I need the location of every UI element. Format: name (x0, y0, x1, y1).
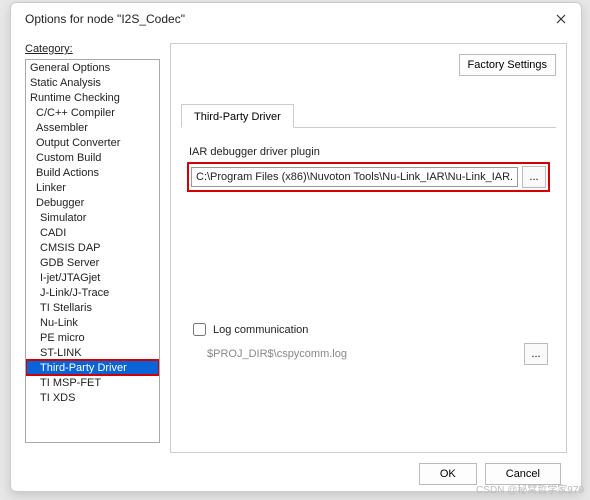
log-communication-input[interactable] (193, 323, 206, 336)
category-item[interactable]: General Options (26, 60, 159, 75)
category-item[interactable]: Assembler (26, 120, 159, 135)
log-path-display: $PROJ_DIR$\cspycomm.log (207, 345, 520, 363)
close-icon[interactable] (553, 11, 569, 27)
tab-third-party-driver[interactable]: Third-Party Driver (181, 104, 294, 128)
log-communication-label: Log communication (213, 324, 308, 336)
category-item[interactable]: CMSIS DAP (26, 240, 159, 255)
category-panel: Category: General OptionsStatic Analysis… (25, 43, 160, 453)
category-listbox[interactable]: General OptionsStatic AnalysisRuntime Ch… (25, 59, 160, 443)
category-item[interactable]: Simulator (26, 210, 159, 225)
tab-strip: Third-Party Driver (181, 104, 556, 128)
category-item[interactable]: C/C++ Compiler (26, 105, 159, 120)
plugin-group-label: IAR debugger driver plugin (189, 146, 548, 158)
category-item[interactable]: TI Stellaris (26, 300, 159, 315)
category-item[interactable]: Output Converter (26, 135, 159, 150)
category-item[interactable]: Runtime Checking (26, 90, 159, 105)
category-item[interactable]: ST-LINK (26, 345, 159, 360)
category-item[interactable]: Custom Build (26, 150, 159, 165)
category-item[interactable]: Debugger (26, 195, 159, 210)
plugin-path-input[interactable] (191, 167, 518, 187)
category-item[interactable]: J-Link/J-Trace (26, 285, 159, 300)
category-item[interactable]: Build Actions (26, 165, 159, 180)
category-item[interactable]: CADI (26, 225, 159, 240)
category-item[interactable]: Static Analysis (26, 75, 159, 90)
category-item[interactable]: TI MSP-FET (26, 375, 159, 390)
category-item[interactable]: GDB Server (26, 255, 159, 270)
watermark-text: CSDN @秘窝哲学家979 (476, 481, 584, 496)
options-dialog: Options for node "I2S_Codec" Category: G… (10, 2, 582, 492)
ok-button[interactable]: OK (419, 463, 477, 485)
tab-panel: IAR debugger driver plugin ... Log commu… (181, 127, 556, 427)
category-label: Category: (25, 43, 160, 55)
category-item[interactable]: I-jet/JTAGjet (26, 270, 159, 285)
category-item[interactable]: PE micro (26, 330, 159, 345)
category-item[interactable]: Linker (26, 180, 159, 195)
log-browse-button[interactable]: ... (524, 343, 548, 365)
settings-panel: Factory Settings Third-Party Driver IAR … (170, 43, 567, 453)
plugin-browse-button[interactable]: ... (522, 166, 546, 188)
log-communication-checkbox[interactable]: Log communication (189, 320, 548, 339)
plugin-path-highlight: ... (189, 164, 548, 190)
factory-settings-button[interactable]: Factory Settings (459, 54, 556, 76)
titlebar: Options for node "I2S_Codec" (11, 3, 581, 33)
category-item[interactable]: Third-Party Driver (26, 360, 159, 375)
window-title: Options for node "I2S_Codec" (25, 12, 185, 26)
category-item[interactable]: Nu-Link (26, 315, 159, 330)
category-item[interactable]: TI XDS (26, 390, 159, 405)
